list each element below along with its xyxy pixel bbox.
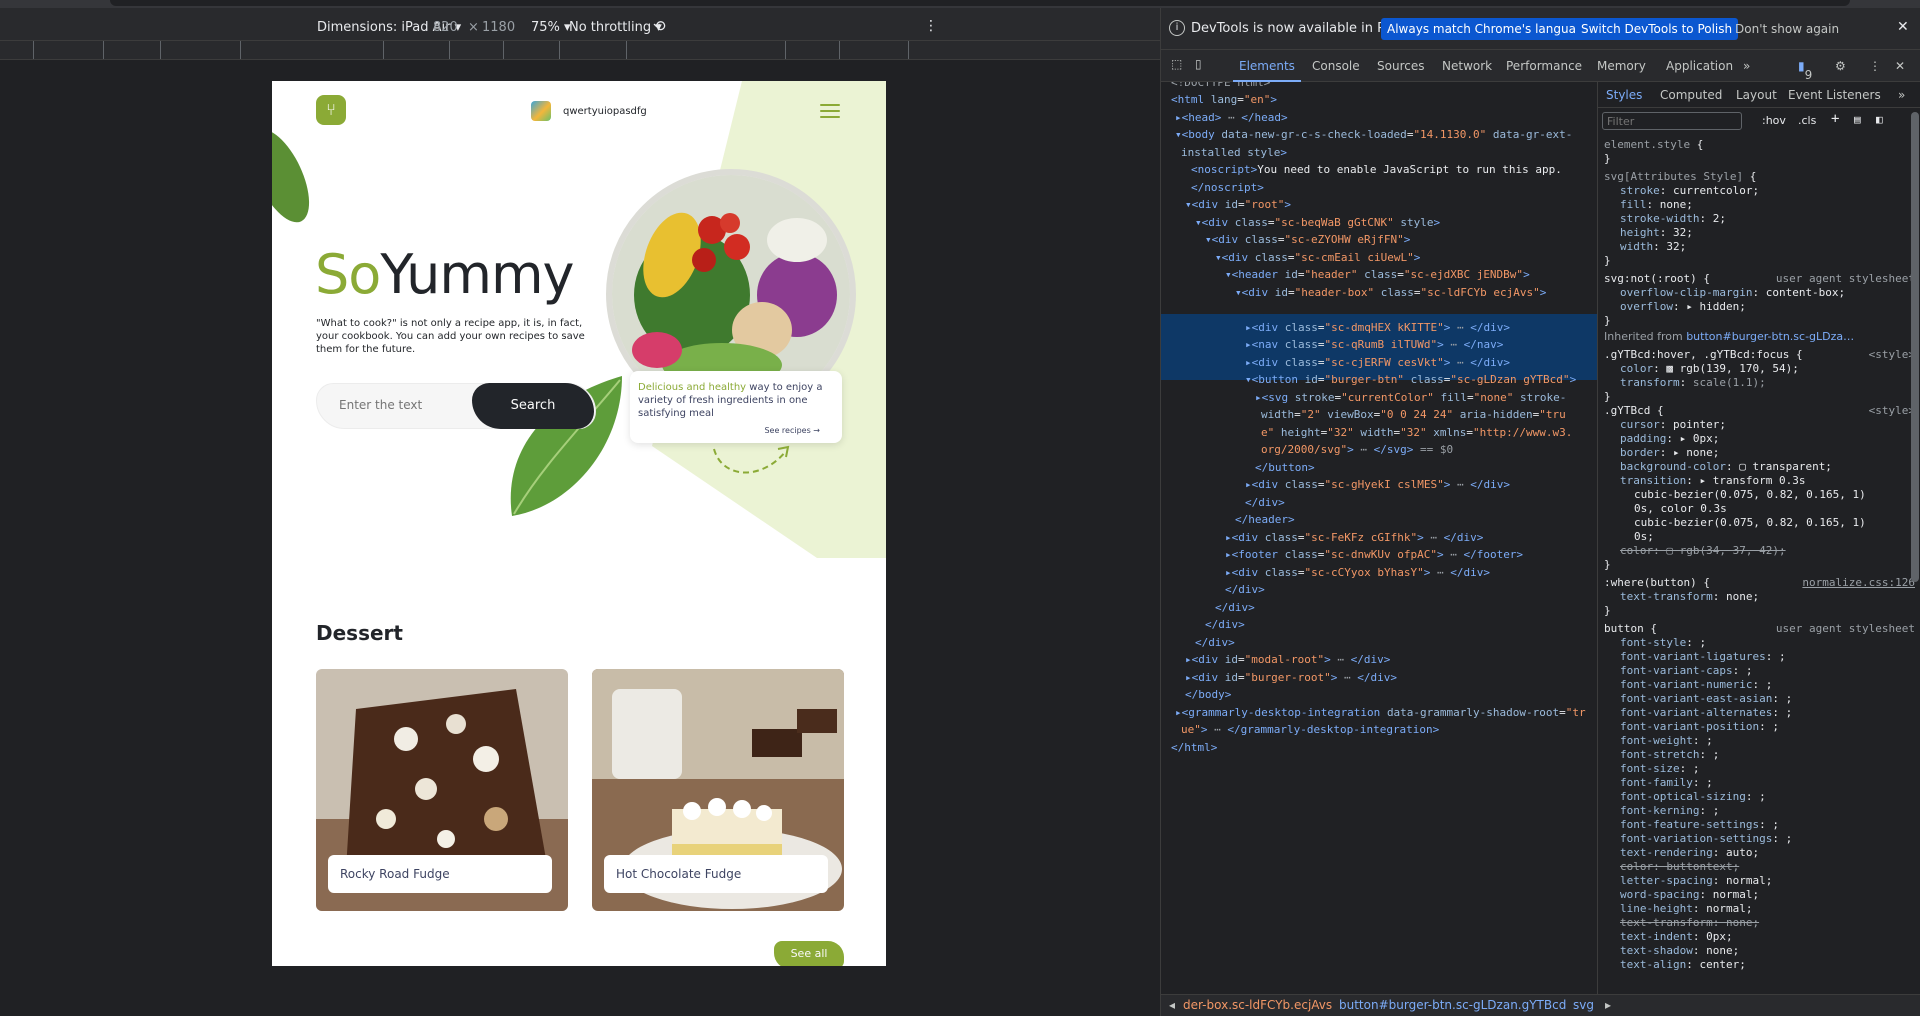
always-match-language-button[interactable]: Always match Chrome's language [1381,18,1597,40]
close-devtools-icon[interactable]: ✕ [1895,59,1905,73]
recipe-card[interactable]: Rocky Road Fudge [316,669,568,911]
device-width-input[interactable]: 820 [433,20,458,35]
styles-subtabs: Styles Computed Layout Event Listeners » [1598,82,1920,108]
breadcrumb-item[interactable]: svg [1573,998,1594,1012]
styles-filter-input[interactable] [1602,112,1742,130]
zoom-select[interactable]: 75% ▾ [531,20,571,35]
hov-toggle[interactable]: :hov [1762,114,1786,128]
device-dimensions-label: Dimensions: iPad Air [317,20,451,35]
issues-badge[interactable]: ▮ 9 [1798,59,1812,82]
cls-toggle[interactable]: .cls [1798,114,1816,128]
add-rule-icon[interactable]: + [1831,112,1839,126]
breadcrumb-item[interactable]: button#burger-btn.sc-gLDzan.gYTBcd [1339,998,1566,1012]
breadcrumb-left-arrow-icon[interactable]: ◂ [1169,998,1175,1012]
tab-application[interactable]: Application [1666,59,1733,73]
dimension-times-sign: × [468,20,479,35]
devtools-menu-icon[interactable]: ⋮ [1869,59,1881,73]
info-icon: i [1169,20,1185,36]
switch-to-polish-button[interactable]: Switch DevTools to Polish [1575,18,1739,40]
throttling-select[interactable]: No throttling ▾ [569,20,662,35]
browser-top-strip [0,0,1920,8]
device-toolbar-icon[interactable]: ▯ [1195,57,1202,71]
rotate-icon[interactable]: ⟲ [653,17,666,35]
recipe-name: Hot Chocolate Fudge [604,855,828,893]
see-recipes-link[interactable]: See recipes → [764,426,820,435]
tab-memory[interactable]: Memory [1597,59,1646,73]
section-title: Dessert [316,621,403,645]
promo-text-highlight: Delicious and healthy [638,382,747,393]
styles-pane: Styles Computed Layout Event Listeners »… [1597,82,1920,994]
see-all-button[interactable]: See all [774,941,844,966]
tab-elements[interactable]: Elements [1233,59,1301,82]
devtools-panel: i DevTools is now available in Polish! A… [1160,8,1920,1016]
hero-title-yummy: Yummy [380,243,574,306]
logo-icon[interactable]: ⑂ [316,95,346,125]
tab-network[interactable]: Network [1442,59,1492,73]
breadcrumb-right-arrow-icon[interactable]: ▸ [1605,998,1611,1012]
close-infobar-icon[interactable]: ✕ [1897,19,1909,35]
device-height-input[interactable]: 1180 [482,20,515,35]
more-options-icon[interactable]: ⋮ [924,18,938,34]
issues-count: 9 [1804,68,1813,82]
tab-strip [110,0,1850,6]
subtab-styles[interactable]: Styles [1606,88,1642,102]
dashed-arrow-icon [713,445,790,474]
burger-menu-icon[interactable] [820,101,842,121]
styles-scrollbar[interactable] [1911,112,1919,582]
hero-title-so: So [315,243,381,306]
recipe-name: Rocky Road Fudge [328,855,552,893]
language-infobar: i DevTools is now available in Polish! A… [1161,8,1920,50]
subtab-layout[interactable]: Layout [1736,88,1777,102]
devtools-tabs: ⬚ ▯ Elements Console Sources Network Per… [1161,50,1920,82]
tab-sources[interactable]: Sources [1377,59,1424,73]
promo-card: Delicious and healthy way to enjoy a var… [630,371,842,443]
more-tabs-icon[interactable]: » [1743,59,1750,73]
user-name[interactable]: qwertyuiopasdfg [563,106,647,117]
media-query-ruler [0,40,1160,60]
user-avatar[interactable] [531,101,551,121]
search-input[interactable] [339,398,469,412]
inspect-element-icon[interactable]: ⬚ [1171,57,1182,71]
subtab-computed[interactable]: Computed [1660,88,1722,102]
settings-gear-icon[interactable]: ⚙ [1835,59,1846,73]
elements-dom-tree[interactable]: <!DOCTYPE html> <html lang="en"> ▸<head>… [1161,82,1597,994]
subtab-event-listeners[interactable]: Event Listeners [1788,88,1881,102]
tab-performance[interactable]: Performance [1506,59,1582,73]
tab-console[interactable]: Console [1312,59,1360,73]
dom-breadcrumb: ◂ der-box.sc-ldFCYb.ecjAvs button#burger… [1161,994,1920,1016]
hero-title: SoYummy [315,243,575,306]
sidebar-toggle-icon[interactable]: ◧ [1876,113,1883,127]
more-subtabs-icon[interactable]: » [1898,88,1905,102]
promo-text: Delicious and healthy way to enjoy a var… [638,381,834,420]
search-button[interactable]: Search [472,383,594,429]
dont-show-again-button[interactable]: Don't show again [1729,18,1845,40]
breadcrumb-item[interactable]: der-box.sc-ldFCYb.ecjAvs [1183,998,1332,1012]
paint-icon[interactable]: ▤ [1854,113,1861,127]
hero-subtitle: "What to cook?" is not only a recipe app… [316,318,585,355]
recipe-card[interactable]: Hot Chocolate Fudge [592,669,844,911]
emulated-page: ⑂ qwertyuiopasdfg SoYummy "What to cook?… [272,81,886,966]
throttling-label: No throttling [569,20,652,35]
zoom-label: 75% [531,20,560,35]
